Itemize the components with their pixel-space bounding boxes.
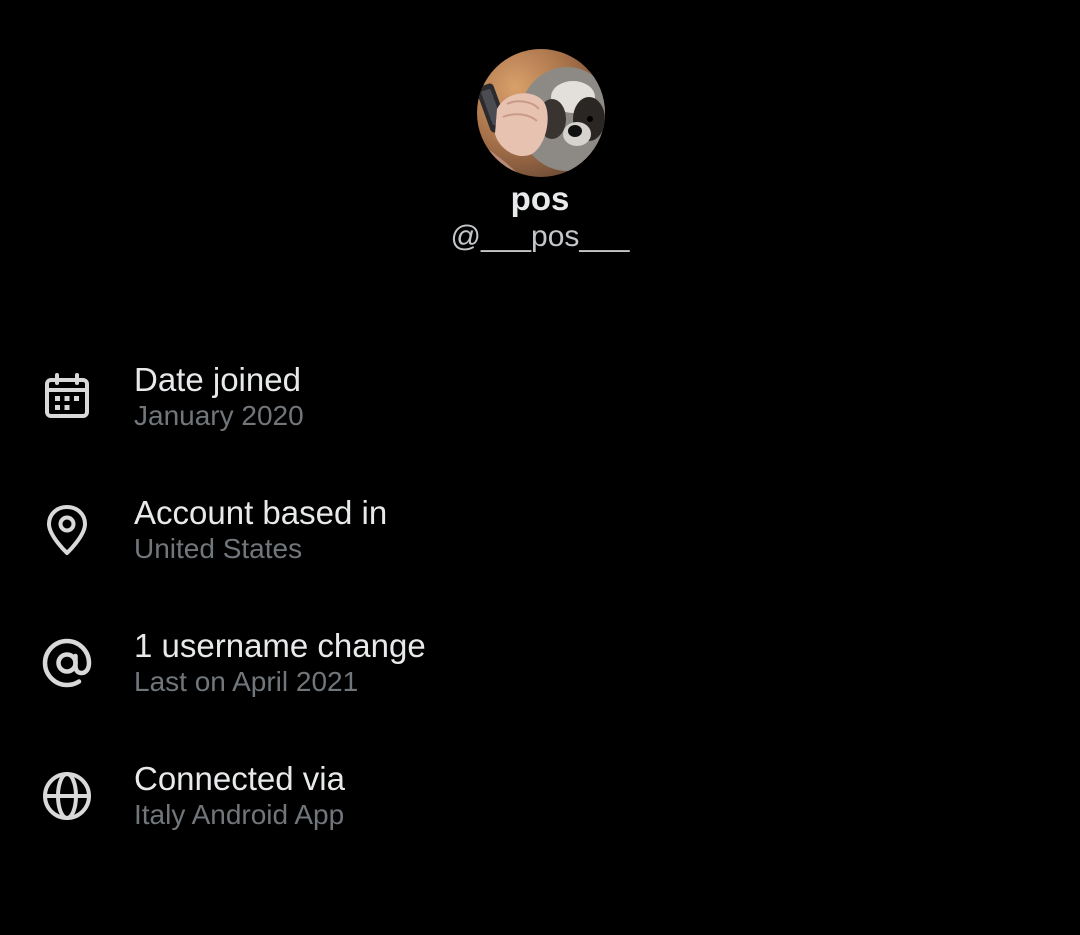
location-pin-icon xyxy=(36,499,98,561)
info-title: 1 username change xyxy=(134,627,426,664)
display-name: pos xyxy=(510,180,570,217)
username-handle: @___pos___ xyxy=(450,220,630,253)
info-row-date-joined: Date joined January 2020 xyxy=(0,340,1080,450)
info-row-account-location: Account based in United States xyxy=(0,473,1080,583)
avatar[interactable] xyxy=(477,49,605,177)
info-title: Connected via xyxy=(134,760,345,797)
globe-icon xyxy=(36,765,98,827)
info-row-connected-via: Connected via Italy Android App xyxy=(0,739,1080,849)
info-row-username-change: 1 username change Last on April 2021 xyxy=(0,606,1080,716)
avatar-image xyxy=(477,49,605,177)
at-sign-icon xyxy=(36,632,98,694)
info-title: Account based in xyxy=(134,494,388,531)
info-subtitle: January 2020 xyxy=(134,400,304,431)
info-subtitle: United States xyxy=(134,533,303,564)
profile-header: pos @___pos___ xyxy=(0,0,1080,300)
info-title: Date joined xyxy=(134,361,301,398)
calendar-icon xyxy=(36,366,98,428)
info-subtitle: Last on April 2021 xyxy=(134,666,359,697)
info-subtitle: Italy Android App xyxy=(134,799,345,830)
